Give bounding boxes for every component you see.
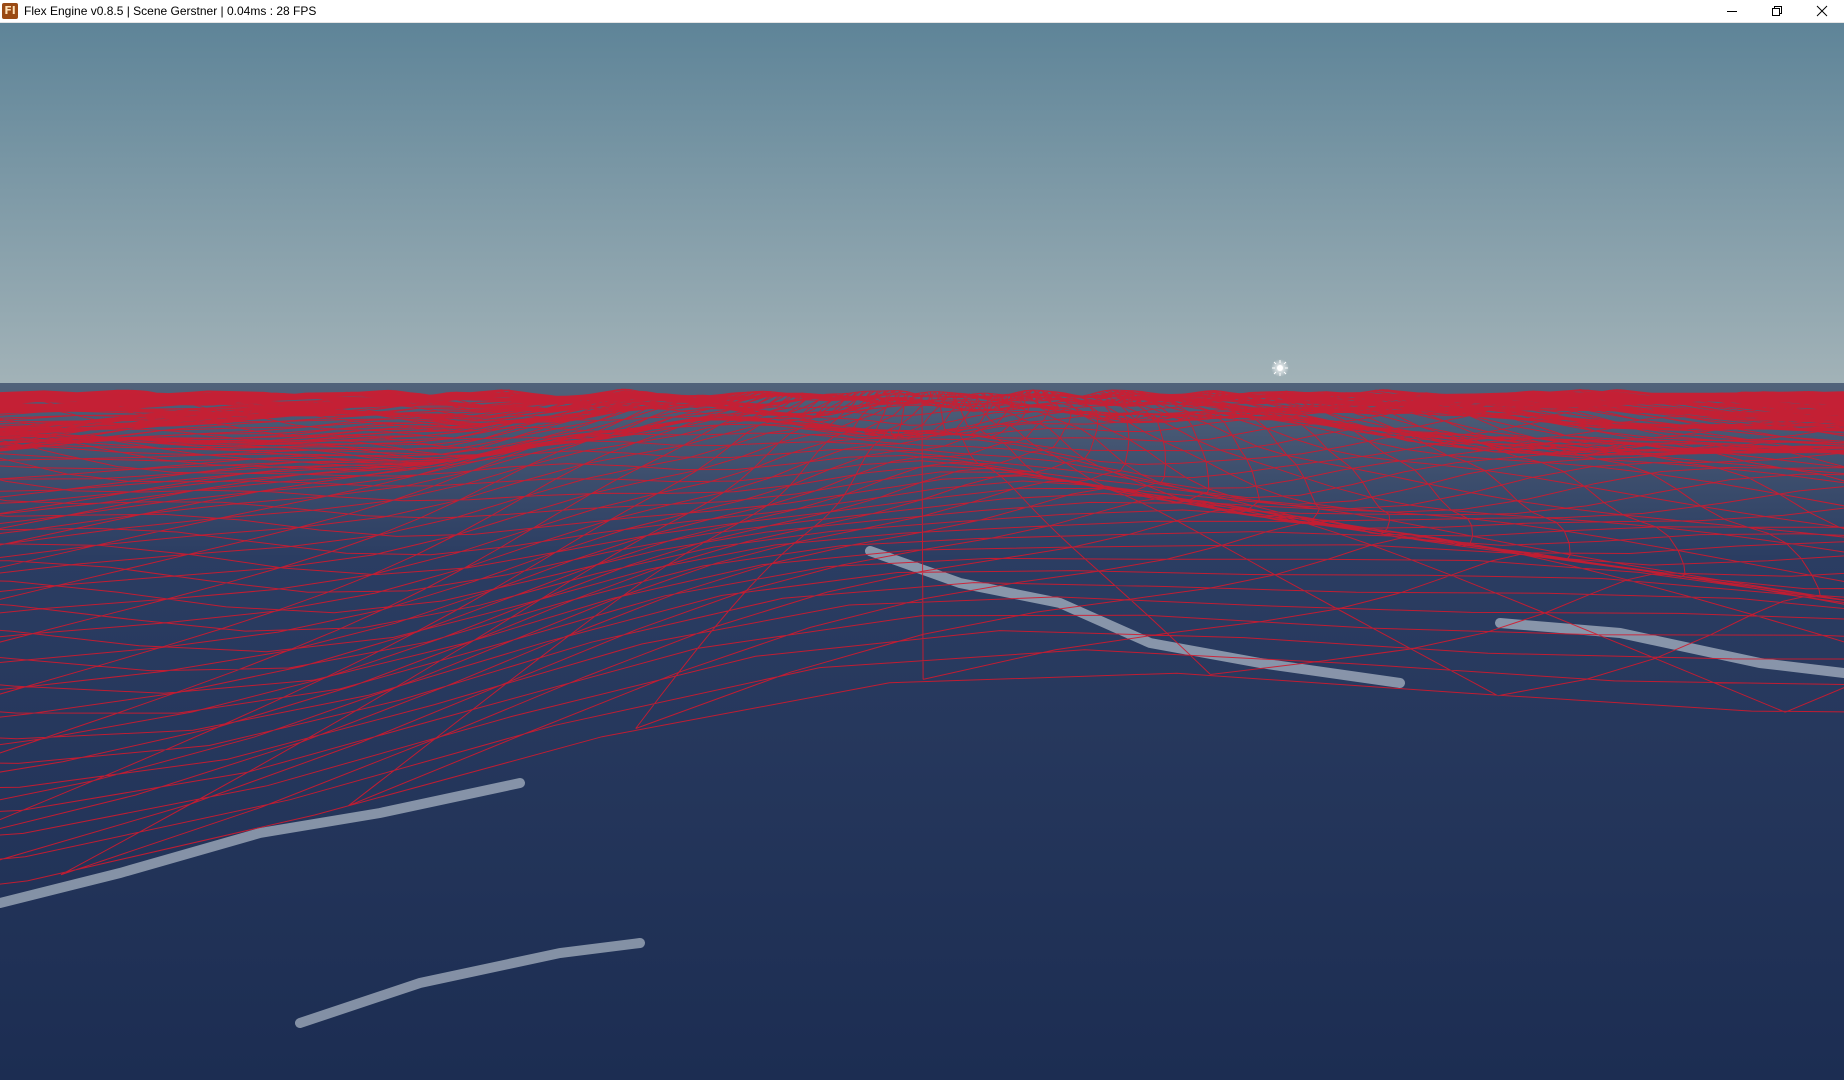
app-icon: Fl [2,3,18,19]
app-window: Fl Flex Engine v0.8.5 | Scene Gerstner |… [0,0,1844,1080]
restore-button[interactable] [1754,0,1799,22]
window-controls [1709,0,1844,22]
render-viewport[interactable] [0,23,1844,1080]
restore-icon [1771,6,1782,16]
minimize-button[interactable] [1709,0,1754,22]
sun-icon [1271,359,1289,377]
ocean-scene [0,23,1844,1080]
title-bar[interactable]: Fl Flex Engine v0.8.5 | Scene Gerstner |… [0,0,1844,23]
window-title: Flex Engine v0.8.5 | Scene Gerstner | 0.… [24,4,317,18]
close-button[interactable] [1799,0,1844,22]
sky [0,23,1844,388]
close-icon [1816,5,1827,17]
minimize-icon [1726,11,1737,12]
